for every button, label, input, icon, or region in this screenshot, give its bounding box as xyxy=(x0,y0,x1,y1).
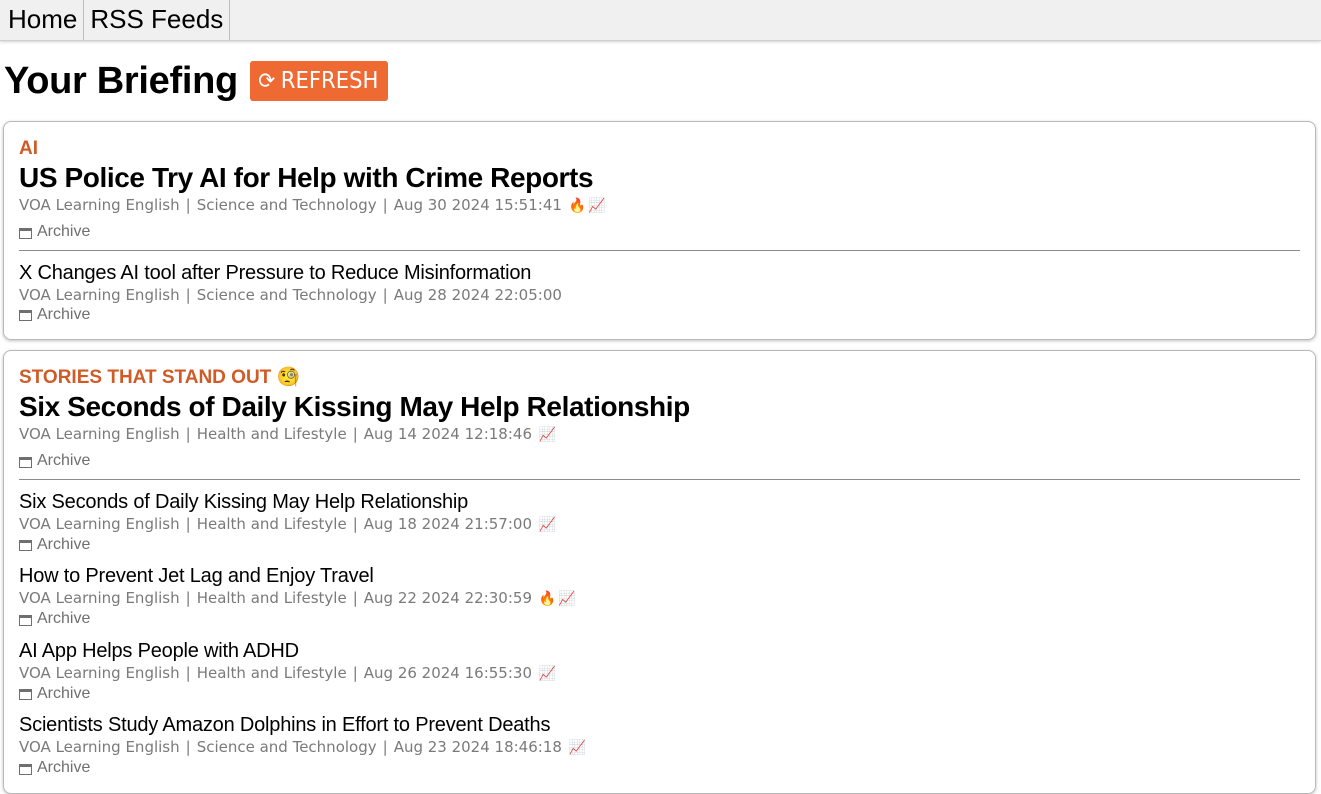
story-source: VOA Learning English xyxy=(19,738,180,756)
refresh-icon: ⟳ xyxy=(258,68,276,94)
story-category: Science and Technology xyxy=(196,285,377,304)
archive-label: Archive xyxy=(37,223,91,240)
archive-button[interactable]: Archive xyxy=(19,758,90,778)
archive-label: Archive xyxy=(37,535,91,553)
archive-box-icon xyxy=(19,456,32,468)
archive-button[interactable]: Archive xyxy=(19,535,90,555)
story-source: VOA Learning English xyxy=(19,514,180,533)
list-item: Scientists Study Amazon Dolphins in Effo… xyxy=(19,713,1300,779)
story-source: VOA Learning English xyxy=(19,425,180,443)
story-category: Health and Lifestyle xyxy=(196,589,347,607)
trending-chart-icon: 📈 xyxy=(538,516,557,533)
story-meta: VOA Learning English | Science and Technol… xyxy=(19,196,606,214)
archive-box-icon xyxy=(19,540,32,551)
story-source: VOA Learning English xyxy=(19,663,180,682)
fire-icon: 🔥 xyxy=(538,591,557,607)
story-category: Science and Technology xyxy=(196,738,377,756)
refresh-button[interactable]: ⟳ REFRESH xyxy=(249,61,388,101)
page-header: Your Briefing ⟳ REFRESH xyxy=(0,41,1321,121)
archive-box-icon xyxy=(19,689,32,700)
nav-rss-feeds-link[interactable]: RSS Feeds xyxy=(84,0,231,40)
monocle-face-icon: 🧐 xyxy=(276,367,301,388)
archive-box-icon xyxy=(19,310,32,321)
page-title: Your Briefing xyxy=(4,59,238,102)
archive-label: Archive xyxy=(37,684,91,702)
list-item: AI App Helps People with ADHD VOA Learni… xyxy=(19,639,1300,705)
archive-button[interactable]: Archive xyxy=(19,684,90,704)
topic-heading: AI xyxy=(19,138,38,159)
story-date: Aug 28 2024 22:05:00 xyxy=(393,285,562,304)
story-meta: VOA Learning English | Health and Lifestyl… xyxy=(19,425,557,443)
lead-story-title[interactable]: US Police Try AI for Help with Crime Rep… xyxy=(19,161,1300,195)
story-category: Health and Lifestyle xyxy=(196,514,347,533)
archive-label: Archive xyxy=(37,452,91,469)
archive-button[interactable]: Archive xyxy=(19,222,90,242)
story-meta: VOA Learning English | Science and Technol… xyxy=(19,285,562,304)
archive-button[interactable]: Archive xyxy=(19,609,90,629)
trending-chart-icon: 📈 xyxy=(538,665,557,682)
story-source: VOA Learning English xyxy=(19,196,180,214)
story-category: Science and Technology xyxy=(196,196,377,214)
story-date: Aug 18 2024 21:57:00 xyxy=(363,514,532,533)
trending-chart-icon: 📈 xyxy=(588,198,606,214)
story-meta: VOA Learning English | Health and Lifestyl… xyxy=(19,589,576,607)
story-title[interactable]: X Changes AI tool after Pressure to Redu… xyxy=(19,261,1300,285)
archive-box-icon xyxy=(19,227,32,239)
archive-box-icon xyxy=(19,614,32,626)
list-item: Six Seconds of Daily Kissing May Help Re… xyxy=(19,490,1300,556)
topic-label: STORIES THAT STAND OUT xyxy=(19,367,272,388)
trending-chart-icon: 📈 xyxy=(568,740,587,756)
lead-story-title[interactable]: Six Seconds of Daily Kissing May Help Re… xyxy=(19,390,1300,424)
archive-button[interactable]: Archive xyxy=(19,451,90,471)
story-title[interactable]: Scientists Study Amazon Dolphins in Effo… xyxy=(19,713,1300,737)
divider xyxy=(19,478,1300,480)
trending-chart-icon: 📈 xyxy=(558,591,576,607)
story-meta: VOA Learning English | Health and Lifestyl… xyxy=(19,663,557,682)
top-nav: Home RSS Feeds xyxy=(0,0,1321,41)
story-title[interactable]: AI App Helps People with ADHD xyxy=(19,639,1300,663)
archive-label: Archive xyxy=(37,759,91,776)
story-date: Aug 22 2024 22:30:59 xyxy=(363,589,532,607)
story-title[interactable]: Six Seconds of Daily Kissing May Help Re… xyxy=(19,490,1300,514)
archive-box-icon xyxy=(19,763,32,775)
nav-home-link[interactable]: Home xyxy=(0,0,85,40)
trending-chart-icon: 📈 xyxy=(538,427,557,443)
divider xyxy=(19,249,1300,251)
story-meta: VOA Learning English | Science and Technol… xyxy=(19,738,587,756)
topic-card-ai: AI US Police Try AI for Help with Crime … xyxy=(3,121,1316,340)
refresh-label: REFRESH xyxy=(280,68,379,94)
story-source: VOA Learning English xyxy=(19,285,180,304)
story-meta: VOA Learning English | Health and Lifestyl… xyxy=(19,514,557,533)
list-item: X Changes AI tool after Pressure to Redu… xyxy=(19,261,1300,326)
list-item: How to Prevent Jet Lag and Enjoy Travel … xyxy=(19,564,1300,630)
story-date: Aug 26 2024 16:55:30 xyxy=(363,663,532,682)
archive-button[interactable]: Archive xyxy=(19,305,90,325)
story-title[interactable]: How to Prevent Jet Lag and Enjoy Travel xyxy=(19,564,1300,588)
topic-heading: STORIES THAT STAND OUT 🧐 xyxy=(19,367,1300,389)
fire-icon: 🔥 xyxy=(568,198,587,214)
story-date: Aug 30 2024 15:51:41 xyxy=(393,196,562,214)
topic-card-stories-that-stand-out: STORIES THAT STAND OUT 🧐 Six Seconds of … xyxy=(3,350,1316,794)
archive-label: Archive xyxy=(37,305,91,323)
story-date: Aug 23 2024 18:46:18 xyxy=(393,738,562,756)
story-category: Health and Lifestyle xyxy=(196,425,347,443)
story-source: VOA Learning English xyxy=(19,589,180,607)
archive-label: Archive xyxy=(37,610,91,627)
story-date: Aug 14 2024 12:18:46 xyxy=(363,425,532,443)
story-category: Health and Lifestyle xyxy=(196,663,347,682)
